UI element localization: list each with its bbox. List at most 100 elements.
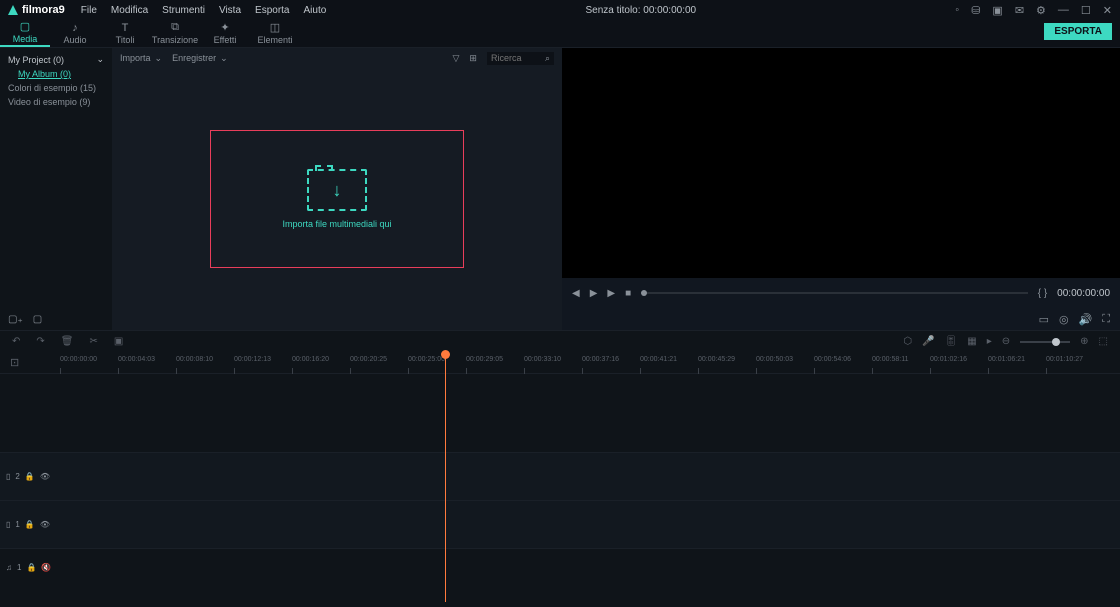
tab-audio[interactable]: ♪Audio xyxy=(50,19,100,47)
tab-titles-label: Titoli xyxy=(116,35,135,45)
mixer-icon[interactable]: 🎚 xyxy=(945,336,958,347)
folder-icon[interactable]: ▢ xyxy=(33,314,42,325)
snapshot-icon[interactable]: ◎ xyxy=(1059,313,1069,326)
menu-export[interactable]: Esporta xyxy=(255,5,289,16)
project-title: Senza titolo: 00:00:00:00 xyxy=(326,5,955,16)
crop-button[interactable]: ▣ xyxy=(114,336,123,347)
sidebar-album[interactable]: My Album (0) xyxy=(0,67,112,81)
search-box[interactable]: ⌕ xyxy=(487,52,554,65)
ruler-mark: 00:00:29:05 xyxy=(466,356,503,363)
zoom-in-icon[interactable]: ⊕ xyxy=(1080,336,1088,347)
ruler-mark: 00:00:45:29 xyxy=(698,356,735,363)
tab-media[interactable]: ▢Media xyxy=(0,19,50,47)
arrow-down-icon: ↓ xyxy=(333,180,342,201)
preview-controls: ◀ ▶ ▶ ■ { } 00:00:00:00 xyxy=(562,278,1120,308)
sidebar-project[interactable]: My Project (0)⌄ xyxy=(0,52,112,67)
zoom-fit-icon[interactable]: ⬚ xyxy=(1099,336,1108,347)
volume-icon[interactable]: 🔊 xyxy=(1079,313,1093,326)
ruler-mark: 00:00:12:13 xyxy=(234,356,271,363)
track-head: ♫ 1 🔒 🔇 xyxy=(0,563,48,572)
sidebar-colors[interactable]: Colori di esempio (15) xyxy=(0,81,112,95)
lock-icon[interactable]: 🔒 xyxy=(25,472,35,481)
track-body[interactable] xyxy=(48,549,1120,586)
track-label: 1 xyxy=(15,520,19,529)
zoom-slider[interactable] xyxy=(1020,341,1070,343)
elements-icon: ◫ xyxy=(270,21,280,34)
close-icon[interactable]: ✕ xyxy=(1103,4,1112,17)
brackets-label: { } xyxy=(1038,288,1047,299)
preview-scrubber[interactable] xyxy=(641,292,1028,294)
sidebar-videos[interactable]: Video di esempio (9) xyxy=(0,95,112,109)
render-icon[interactable]: ▸ xyxy=(987,336,992,347)
preview-panel: ◀ ▶ ▶ ■ { } 00:00:00:00 ▭ ◎ 🔊 ⛶ xyxy=(562,48,1120,330)
display-icon[interactable]: ▭ xyxy=(1039,313,1049,326)
undo-button[interactable]: ↶ xyxy=(12,336,20,347)
lock-icon[interactable]: 🔒 xyxy=(26,563,36,572)
ruler-mark: 00:00:54:06 xyxy=(814,356,851,363)
new-folder-icon[interactable]: ▢₊ xyxy=(8,314,23,325)
tab-effects[interactable]: ✦Effetti xyxy=(200,19,250,47)
main-area: My Project (0)⌄ My Album (0) Colori di e… xyxy=(0,48,1120,330)
cloud-icon[interactable]: ▣ xyxy=(992,4,1002,17)
import-dropdown[interactable]: Importa⌄ xyxy=(120,53,162,64)
record-dropdown[interactable]: Enregistrer⌄ xyxy=(172,53,228,64)
tab-elements[interactable]: ◫Elementi xyxy=(250,19,300,47)
menu-help[interactable]: Aiuto xyxy=(304,5,327,16)
track-label: 1 xyxy=(17,563,21,572)
settings-icon[interactable]: ⚙ xyxy=(1036,4,1046,17)
export-button[interactable]: ESPORTA xyxy=(1044,23,1112,40)
video-track-icon: ▯ xyxy=(6,472,10,481)
messages-icon[interactable]: ✉ xyxy=(1015,4,1024,17)
main-menu: File Modifica Strumenti Vista Esporta Ai… xyxy=(81,5,327,16)
timeline-ruler[interactable]: ⊡ 00:00:00:0000:00:04:0300:00:08:1000:00… xyxy=(0,352,1120,374)
menu-tools[interactable]: Strumenti xyxy=(162,5,205,16)
fullscreen-icon[interactable]: ⛶ xyxy=(1102,313,1110,326)
tab-titles[interactable]: TTitoli xyxy=(100,19,150,47)
maximize-icon[interactable]: ☐ xyxy=(1081,4,1091,17)
timeline-scope-icon[interactable]: ⊡ xyxy=(10,356,19,369)
import-dropzone[interactable]: ↓ Importa file multimediali qui xyxy=(210,130,464,268)
mic-icon[interactable]: 🎤 xyxy=(922,336,934,347)
track-body[interactable] xyxy=(48,501,1120,548)
tab-transition[interactable]: ⧉Transizione xyxy=(150,19,200,47)
zoom-out-icon[interactable]: ⊖ xyxy=(1002,336,1010,347)
ruler-mark: 00:00:08:10 xyxy=(176,356,213,363)
delete-button[interactable]: 🗑 xyxy=(61,336,74,347)
video-track-2[interactable]: ▯ 2 🔒 👁 xyxy=(0,452,1120,500)
playhead[interactable] xyxy=(445,352,446,602)
app-logo: filmora9 xyxy=(8,4,65,16)
grid-view-icon[interactable]: ⊞ xyxy=(469,53,477,64)
redo-button[interactable]: ↷ xyxy=(36,336,44,347)
stop-button[interactable]: ■ xyxy=(625,288,631,299)
minimize-icon[interactable]: — xyxy=(1058,4,1069,16)
marker-icon[interactable]: ⬡ xyxy=(903,336,912,347)
ruler-mark: 00:00:37:16 xyxy=(582,356,619,363)
dropzone-text: Importa file multimediali qui xyxy=(282,219,391,229)
play-button[interactable]: ▶ xyxy=(590,288,598,299)
menu-file[interactable]: File xyxy=(81,5,97,16)
ruler-mark: 00:01:10:27 xyxy=(1046,356,1083,363)
app-name: filmora9 xyxy=(22,4,65,16)
titlebar: filmora9 File Modifica Strumenti Vista E… xyxy=(0,0,1120,20)
preview-video[interactable] xyxy=(562,48,1120,278)
track-body[interactable] xyxy=(48,453,1120,500)
adjust-icon[interactable]: ▦ xyxy=(967,336,976,347)
audio-track-1[interactable]: ♫ 1 🔒 🔇 xyxy=(0,548,1120,586)
cart-icon[interactable]: ⛁ xyxy=(971,4,980,17)
prev-frame-button[interactable]: ◀ xyxy=(572,288,580,299)
next-frame-button[interactable]: ▶ xyxy=(607,288,615,299)
menu-view[interactable]: Vista xyxy=(219,5,241,16)
menu-edit[interactable]: Modifica xyxy=(111,5,148,16)
ruler-mark: 00:00:25:00 xyxy=(408,356,445,363)
search-input[interactable] xyxy=(491,53,541,63)
lock-icon[interactable]: 🔒 xyxy=(25,520,35,529)
filter-icon[interactable]: ▽ xyxy=(452,53,459,64)
user-icon[interactable]: ◦ xyxy=(955,4,959,16)
ruler-mark: 00:01:02:16 xyxy=(930,356,967,363)
ruler-mark: 00:00:58:11 xyxy=(872,356,908,363)
video-track-1[interactable]: ▯ 1 🔒 👁 xyxy=(0,500,1120,548)
track-head: ▯ 2 🔒 👁 xyxy=(0,472,48,481)
split-button[interactable]: ✂ xyxy=(89,336,97,347)
tab-elements-label: Elementi xyxy=(257,35,292,45)
audio-track-icon: ♫ xyxy=(6,563,12,572)
